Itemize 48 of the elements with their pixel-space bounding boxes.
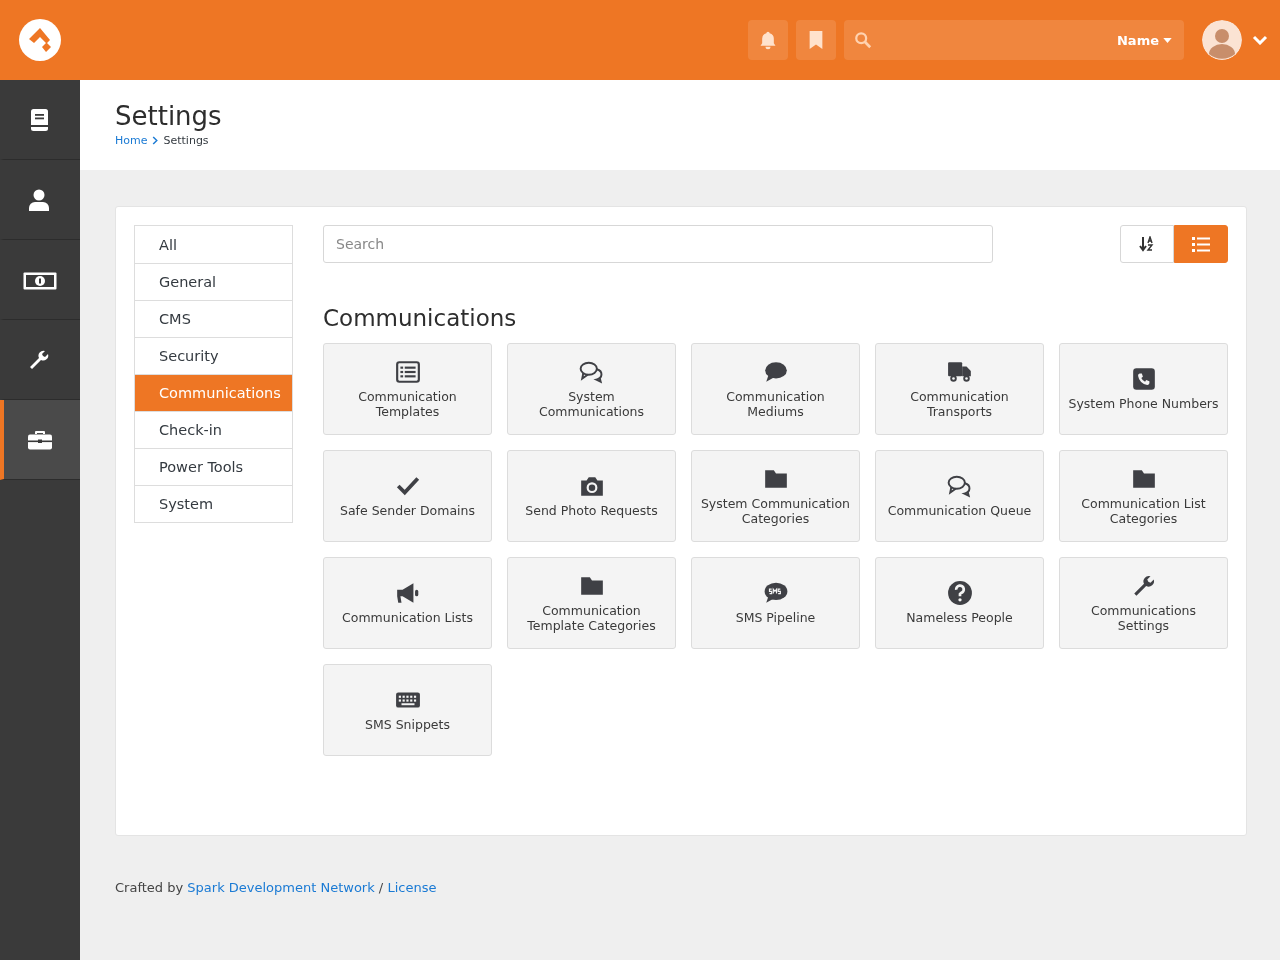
nav-item[interactable]	[0, 400, 80, 480]
breadcrumb-current: Settings	[163, 134, 209, 147]
list-icon	[394, 358, 421, 385]
settings-tile[interactable]: Send Photo Requests	[507, 450, 676, 542]
settings-tile[interactable]: Communication Mediums	[691, 343, 860, 435]
settings-tile[interactable]: Safe Sender Domains	[323, 450, 492, 542]
page-title: Settings	[115, 100, 223, 132]
phone-square-icon	[1130, 366, 1157, 393]
logo-icon[interactable]	[19, 19, 61, 61]
settings-tile[interactable]: Communication Templates	[323, 343, 492, 435]
category-item[interactable]: Check-in	[135, 411, 292, 448]
category-item[interactable]: System	[135, 485, 292, 522]
settings-tile[interactable]: Nameless People	[875, 557, 1044, 649]
search-field[interactable]: Search	[323, 225, 993, 263]
settings-tile[interactable]: Communication List Categories	[1059, 450, 1228, 542]
category-item[interactable]: All	[135, 226, 292, 263]
footer-credit: Crafted by Spark Development Network / License	[114, 879, 438, 897]
category-item[interactable]: Power Tools	[135, 448, 292, 485]
settings-tile[interactable]: SMS Snippets	[323, 664, 492, 756]
sort-button[interactable]	[1120, 225, 1174, 263]
sort-icon	[1139, 236, 1155, 252]
list-icon	[1192, 236, 1210, 252]
settings-tile[interactable]: Communication Queue	[875, 450, 1044, 542]
company-link[interactable]: Spark Development Network	[187, 880, 375, 895]
settings-tile[interactable]: System Communication Categories	[691, 450, 860, 542]
chevron-down-icon[interactable]	[1252, 35, 1268, 45]
question-circle-icon	[946, 580, 973, 607]
settings-tile[interactable]: Communication Transports	[875, 343, 1044, 435]
settings-tile[interactable]: SMS Pipeline	[691, 557, 860, 649]
settings-tile[interactable]: System Phone Numbers	[1059, 343, 1228, 435]
settings-tile[interactable]: System Communications	[507, 343, 676, 435]
category-item[interactable]: General	[135, 263, 292, 300]
settings-tile[interactable]: Communications Settings	[1059, 557, 1228, 649]
category-item[interactable]: CMS	[135, 300, 292, 337]
avatar-silhouette[interactable]	[1202, 20, 1242, 60]
settings-tile[interactable]: Communication Template Categories	[507, 557, 676, 649]
breadcrumb-link[interactable]: Home	[115, 134, 148, 147]
section-title: Communications	[323, 304, 518, 333]
bookmark-icon	[807, 30, 825, 50]
license-link[interactable]: License	[387, 880, 437, 895]
search-icon	[854, 31, 872, 49]
chat-bubbles-icon	[946, 473, 973, 500]
notifications-button[interactable]	[748, 20, 788, 60]
settings-tile[interactable]: Communication Lists	[323, 557, 492, 649]
bell-icon	[758, 30, 778, 50]
caret-icon	[1163, 37, 1172, 43]
chevron-right-icon	[152, 136, 159, 145]
bookmarks-button[interactable]	[796, 20, 836, 60]
